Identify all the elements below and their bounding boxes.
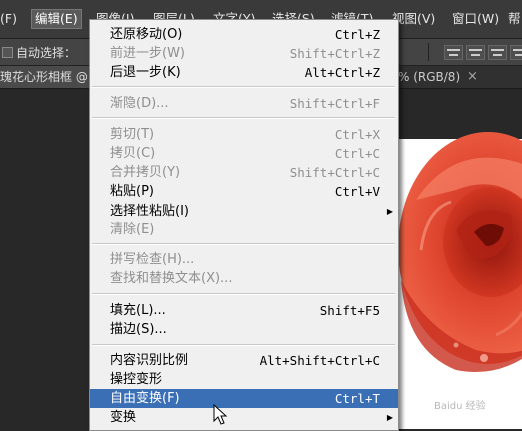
- menu-item-free-transform[interactable]: 自由变换(F) Ctrl+T: [90, 389, 398, 408]
- menu-file[interactable]: (F): [0, 10, 17, 28]
- menu-separator: [92, 243, 395, 245]
- auto-select-label: 自动选择：: [16, 46, 77, 60]
- align-top-icon[interactable]: [444, 45, 463, 60]
- submenu-arrow-icon: ▶: [386, 207, 393, 216]
- options-separator: [428, 43, 429, 61]
- menu-item-copy[interactable]: 拷贝(C) Ctrl+C: [90, 144, 398, 163]
- menu-item-spell-check[interactable]: 拼写检查(H)...: [90, 250, 398, 269]
- rose-image: [398, 132, 522, 372]
- menu-item-clear[interactable]: 清除(E): [90, 220, 398, 239]
- menu-item-step-forward[interactable]: 前进一步(W) Shift+Ctrl+Z: [90, 44, 398, 63]
- edit-menu-dropdown: 还原移动(O) Ctrl+Z 前进一步(W) Shift+Ctrl+Z 后退一步(K…: [89, 19, 399, 431]
- menu-item-transform[interactable]: 变换 ▶: [90, 408, 398, 427]
- menu-item-step-backward[interactable]: 后退一步(K) Alt+Ctrl+Z: [90, 63, 398, 82]
- document-tab-mode: % (RGB/8): [398, 70, 461, 84]
- menu-item-paste[interactable]: 粘贴(P) Ctrl+V: [90, 182, 398, 201]
- menu-item-copy-merged[interactable]: 合并拷贝(Y) Shift+Ctrl+C: [90, 163, 398, 182]
- menu-item-content-aware-scale[interactable]: 内容识别比例 Alt+Shift+Ctrl+C: [90, 351, 398, 370]
- menu-separator: [92, 86, 395, 88]
- document-tab[interactable]: 瑰花心形相框 @: [0, 66, 92, 88]
- menu-separator: [92, 117, 395, 119]
- auto-select-checkbox[interactable]: [2, 47, 13, 58]
- menu-edit[interactable]: 编辑(E): [31, 9, 82, 29]
- align-bottom-icon[interactable]: [488, 45, 507, 60]
- menu-help[interactable]: 帮: [508, 10, 521, 28]
- tab-close-icon[interactable]: ×: [467, 66, 478, 88]
- submenu-arrow-icon: ▶: [386, 413, 393, 422]
- menu-item-fade[interactable]: 渐隐(D)... Shift+Ctrl+F: [90, 94, 398, 113]
- menu-window[interactable]: 窗口(W): [452, 10, 499, 28]
- menu-separator: [92, 293, 395, 295]
- mouse-cursor-icon: [213, 404, 228, 425]
- menu-item-stroke[interactable]: 描边(S)...: [90, 320, 398, 339]
- menu-item-paste-special[interactable]: 选择性粘贴(I) ▶: [90, 202, 398, 221]
- menu-item-cut[interactable]: 剪切(T) Ctrl+X: [90, 125, 398, 144]
- align-left-icon[interactable]: [510, 45, 522, 60]
- watermark: Baidu 经验: [434, 401, 486, 412]
- align-middle-icon[interactable]: [466, 45, 485, 60]
- menu-item-fill[interactable]: 填充(L)... Shift+F5: [90, 301, 398, 320]
- menu-item-puppet-warp[interactable]: 操控变形: [90, 370, 398, 389]
- menu-item-find-replace[interactable]: 查找和替换文本(X)...: [90, 269, 398, 288]
- menu-separator: [92, 344, 395, 346]
- menu-item-undo[interactable]: 还原移动(O) Ctrl+Z: [90, 25, 398, 44]
